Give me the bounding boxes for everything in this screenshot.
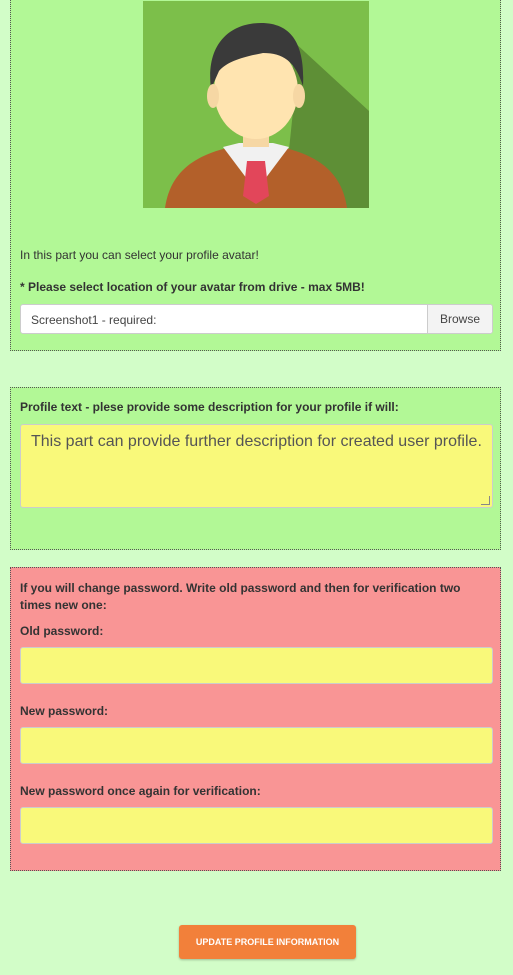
new-password-input[interactable] (20, 727, 493, 764)
avatar-upload-label: * Please select location of your avatar … (20, 280, 365, 294)
new-password-label: New password: (20, 704, 109, 718)
avatar-intro-text: In this part you can select your profile… (20, 248, 259, 262)
avatar-file-input[interactable]: Screenshot1 - required: Browse (20, 304, 493, 334)
avatar-panel: In this part you can select your profile… (10, 0, 501, 351)
browse-button[interactable]: Browse (427, 305, 492, 333)
old-password-label: Old password: (20, 624, 104, 638)
avatar-image (143, 1, 369, 208)
password-intro-text: If you will change password. Write old p… (20, 581, 461, 612)
resize-handle-icon[interactable] (481, 496, 490, 505)
password-panel: If you will change password. Write old p… (10, 567, 501, 871)
profile-description-textarea[interactable]: This part can provide further descriptio… (20, 424, 493, 508)
confirm-password-input[interactable] (20, 807, 493, 844)
profile-text-panel: Profile text - plese provide some descri… (10, 387, 501, 550)
update-profile-button[interactable]: UPDATE PROFILE INFORMATION (179, 925, 356, 959)
profile-text-label: Profile text - plese provide some descri… (20, 400, 399, 414)
avatar-file-name: Screenshot1 - required: (31, 313, 157, 327)
confirm-password-label: New password once again for verification… (20, 784, 261, 798)
old-password-input[interactable] (20, 647, 493, 684)
profile-description-value: This part can provide further descriptio… (31, 433, 482, 450)
